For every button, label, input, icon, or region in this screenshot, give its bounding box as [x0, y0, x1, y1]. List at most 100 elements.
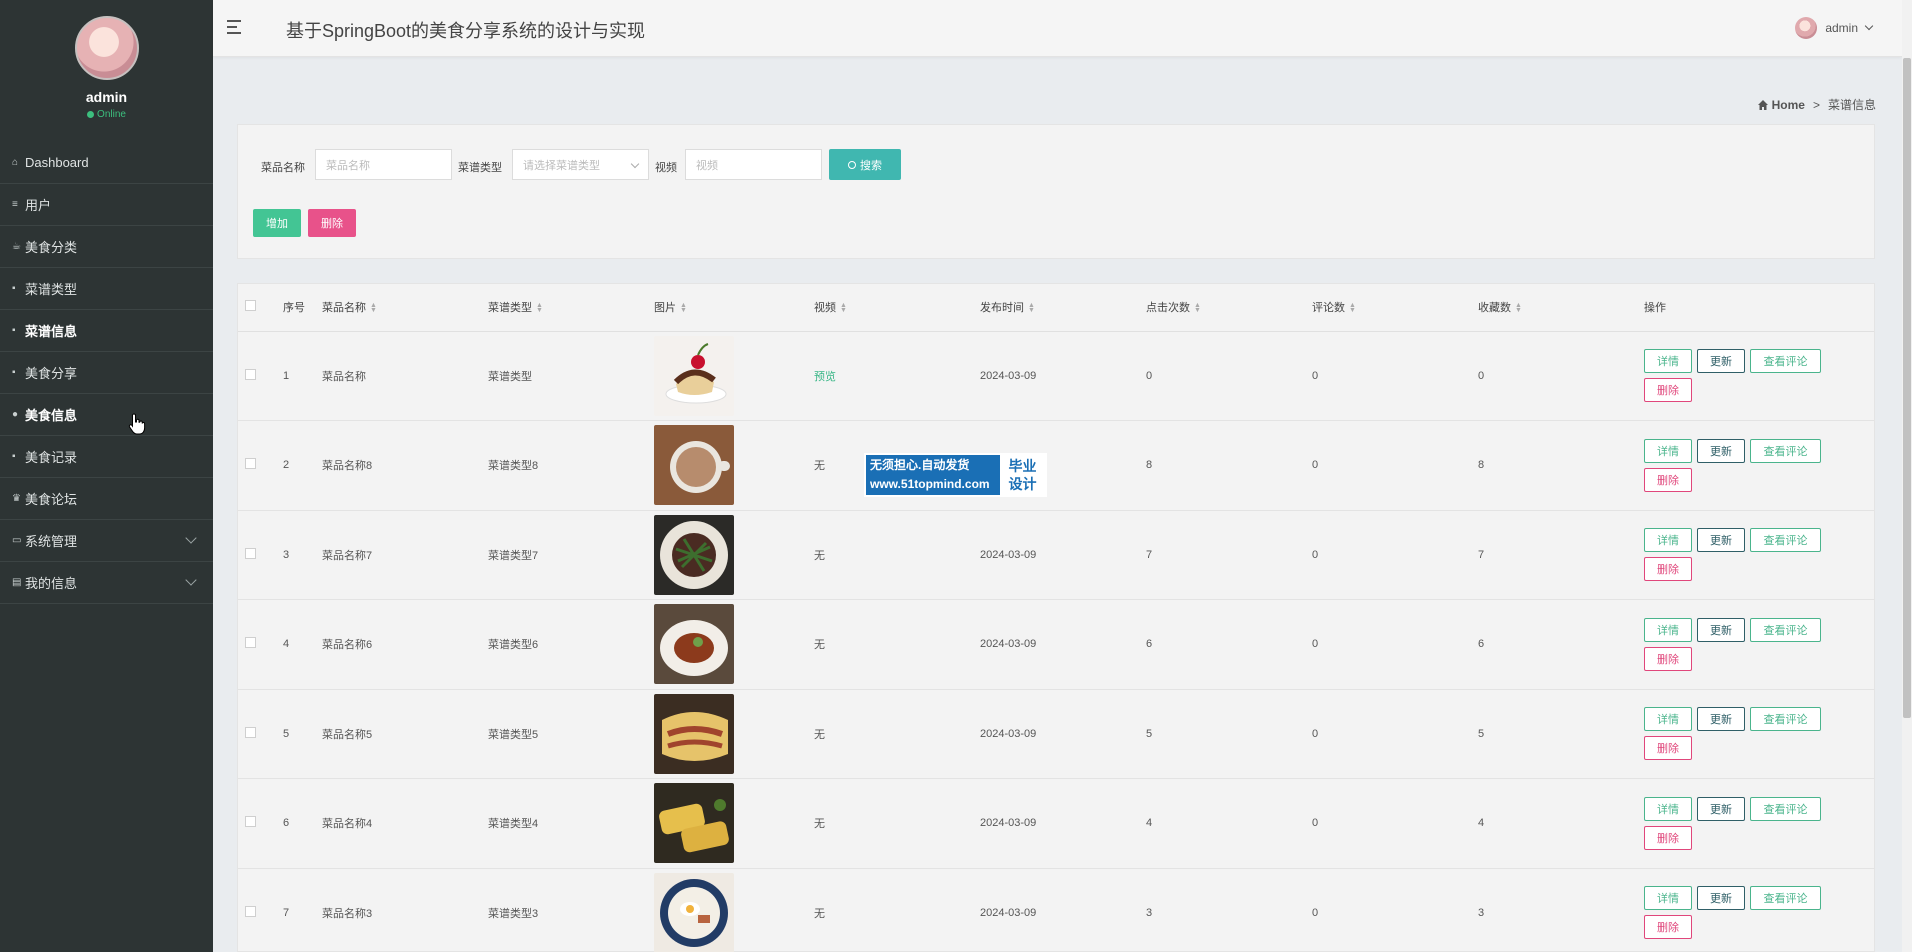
video-none: 无 [814, 907, 825, 920]
cell-index: 5 [283, 689, 322, 779]
sort-icon[interactable]: ▲ ▼ [536, 302, 543, 314]
row-checkbox[interactable] [245, 726, 256, 738]
delete-row-button[interactable]: 删除 [1644, 467, 1692, 492]
sidebar-item-6[interactable]: ● 美食信息 [0, 394, 213, 436]
delete-row-button[interactable]: 删除 [1644, 915, 1692, 940]
delete-row-button[interactable]: 删除 [1644, 736, 1692, 761]
recipe-type-select[interactable]: 请选择菜谱类型 [512, 149, 649, 180]
view-reviews-button[interactable]: 查看评论 [1750, 438, 1821, 463]
sidebar-item-10[interactable]: ▤ 我的信息 [0, 562, 213, 604]
detail-button[interactable]: 详情 [1644, 796, 1692, 821]
sidebar-item-2[interactable]: ☕ 美食分类 [0, 226, 213, 268]
cell-video[interactable]: 预览 [814, 331, 980, 421]
detail-button[interactable]: 详情 [1644, 528, 1692, 553]
sort-icon[interactable]: ▲ ▼ [680, 302, 687, 314]
cell-actions: 详情 更新 查看评论删除 [1644, 689, 1874, 779]
update-button[interactable]: 更新 [1697, 617, 1745, 642]
delete-row-button[interactable]: 删除 [1644, 646, 1692, 671]
row-checkbox[interactable] [245, 905, 256, 917]
delete-row-button[interactable]: 删除 [1644, 825, 1692, 850]
sort-icon[interactable]: ▲ ▼ [370, 302, 377, 314]
detail-button[interactable]: 详情 [1644, 438, 1692, 463]
sidebar-item-label: 美食论坛 [25, 492, 78, 507]
dish-name-label: 菜品名称 [261, 162, 305, 174]
sort-icon[interactable]: ▲ ▼ [1028, 302, 1035, 314]
view-reviews-button[interactable]: 查看评论 [1750, 796, 1821, 821]
view-reviews-button[interactable]: 查看评论 [1750, 617, 1821, 642]
search-button[interactable]: 搜索 [829, 149, 901, 180]
update-button[interactable]: 更新 [1697, 528, 1745, 553]
add-button[interactable]: 增加 [253, 209, 301, 237]
food-image[interactable] [654, 693, 734, 774]
food-image[interactable] [654, 425, 734, 506]
video-preview-link[interactable]: 预览 [814, 371, 836, 383]
col-dish-name[interactable]: 菜品名称 ▲ ▼ [322, 284, 488, 332]
delete-row-button[interactable]: 删除 [1644, 378, 1692, 403]
user-menu[interactable]: admin [1795, 17, 1874, 39]
sidebar-item-1[interactable]: ≡ 用户 [0, 184, 213, 226]
sort-icon[interactable]: ▲ ▼ [1194, 302, 1201, 314]
row-checkbox[interactable] [245, 816, 256, 828]
select-all-checkbox[interactable] [245, 300, 256, 312]
food-image[interactable] [654, 783, 734, 864]
view-reviews-button[interactable]: 查看评论 [1750, 528, 1821, 553]
sort-icon[interactable]: ▲ ▼ [1349, 302, 1356, 314]
cell-clicks: 0 [1146, 331, 1312, 421]
dish-name-input[interactable]: 菜品名称 [315, 149, 452, 180]
food-image[interactable] [654, 604, 734, 685]
video-input[interactable]: 视频 [685, 149, 822, 180]
sidebar-item-3[interactable]: ▪ 菜谱类型 [0, 268, 213, 310]
sidebar-item-7[interactable]: ▪ 美食记录 [0, 436, 213, 478]
cell-dish-name: 菜品名称5 [322, 689, 488, 779]
view-reviews-button[interactable]: 查看评论 [1750, 707, 1821, 732]
monitor-icon: ▭ [12, 535, 22, 546]
cell-comments: 0 [1312, 599, 1478, 690]
detail-button[interactable]: 详情 [1644, 349, 1692, 374]
video-none: 无 [814, 460, 825, 473]
update-button[interactable]: 更新 [1697, 438, 1745, 463]
page-scrollbar[interactable] [1902, 0, 1912, 952]
row-checkbox[interactable] [245, 458, 256, 470]
batch-delete-button[interactable]: 删除 [308, 209, 356, 237]
col-recipe-type[interactable]: 菜谱类型 ▲ ▼ [488, 284, 654, 332]
update-button[interactable]: 更新 [1697, 707, 1745, 732]
food-image[interactable] [654, 514, 734, 595]
row-checkbox[interactable] [245, 368, 256, 380]
view-reviews-button[interactable]: 查看评论 [1750, 886, 1821, 911]
sidebar-item-label: 菜谱类型 [25, 282, 78, 297]
update-button[interactable]: 更新 [1697, 796, 1745, 821]
detail-button[interactable]: 详情 [1644, 886, 1692, 911]
sort-icon[interactable]: ▲ ▼ [1515, 302, 1522, 314]
row-checkbox[interactable] [245, 637, 256, 649]
breadcrumb-current: 菜谱信息 [1827, 98, 1876, 112]
sidebar-item-0[interactable]: ⌂ Dashboard [0, 142, 213, 184]
col-comments[interactable]: 评论数 ▲ ▼ [1312, 284, 1478, 332]
sidebar-item-8[interactable]: ♛ 美食论坛 [0, 478, 213, 520]
view-reviews-button[interactable]: 查看评论 [1750, 349, 1821, 374]
app-title: 基于SpringBoot的美食分享系统的设计与实现 [286, 21, 646, 41]
food-image[interactable] [654, 872, 734, 952]
food-image[interactable] [654, 335, 734, 416]
sidebar-item-label: 美食记录 [25, 450, 78, 465]
detail-button[interactable]: 详情 [1644, 617, 1692, 642]
col-publish-time[interactable]: 发布时间 ▲ ▼ [980, 284, 1146, 332]
breadcrumb-home[interactable]: Home [1757, 98, 1805, 112]
cell-comments: 0 [1312, 689, 1478, 779]
avatar[interactable] [74, 16, 139, 80]
col-video[interactable]: 视频 ▲ ▼ [814, 284, 980, 332]
col-image[interactable]: 图片 ▲ ▼ [654, 284, 814, 332]
col-favorites[interactable]: 收藏数 ▲ ▼ [1478, 284, 1644, 332]
delete-row-button[interactable]: 删除 [1644, 557, 1692, 582]
hamburger-menu-icon[interactable] [227, 20, 245, 36]
sidebar-item-5[interactable]: ▪ 美食分享 [0, 352, 213, 394]
scrollbar-thumb[interactable] [1903, 58, 1911, 718]
row-checkbox[interactable] [245, 547, 256, 559]
chevron-down-icon [630, 159, 640, 169]
sort-icon[interactable]: ▲ ▼ [840, 302, 847, 314]
sidebar-item-4[interactable]: ▪ 菜谱信息 [0, 310, 213, 352]
col-clicks[interactable]: 点击次数 ▲ ▼ [1146, 284, 1312, 332]
sidebar-item-9[interactable]: ▭ 系统管理 [0, 520, 213, 562]
detail-button[interactable]: 详情 [1644, 707, 1692, 732]
update-button[interactable]: 更新 [1697, 349, 1745, 374]
update-button[interactable]: 更新 [1697, 886, 1745, 911]
